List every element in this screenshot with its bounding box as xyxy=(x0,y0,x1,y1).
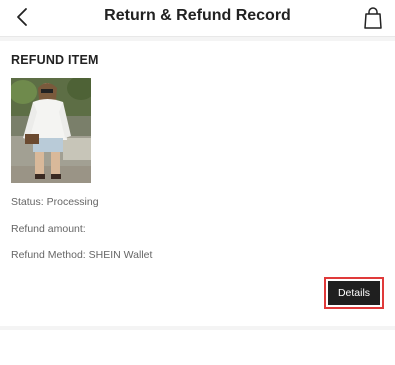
refund-item-card: REFUND ITEM Status: Processing Refund am… xyxy=(0,41,395,326)
refund-amount: Refund amount: xyxy=(11,223,86,235)
section-title: REFUND ITEM xyxy=(11,53,99,67)
refund-status: Status: Processing xyxy=(11,196,99,208)
details-button-label: Details xyxy=(328,281,380,305)
page-title: Return & Refund Record xyxy=(104,7,291,24)
top-bar: Return & Refund Record xyxy=(0,0,395,37)
shopping-bag-icon xyxy=(364,7,382,29)
product-photo xyxy=(11,78,91,183)
refund-method: Refund Method: SHEIN Wallet xyxy=(11,249,153,261)
product-image[interactable] xyxy=(11,78,91,183)
shopping-bag-button[interactable] xyxy=(361,5,385,31)
details-button[interactable]: Details xyxy=(324,277,384,309)
next-card xyxy=(0,330,395,365)
